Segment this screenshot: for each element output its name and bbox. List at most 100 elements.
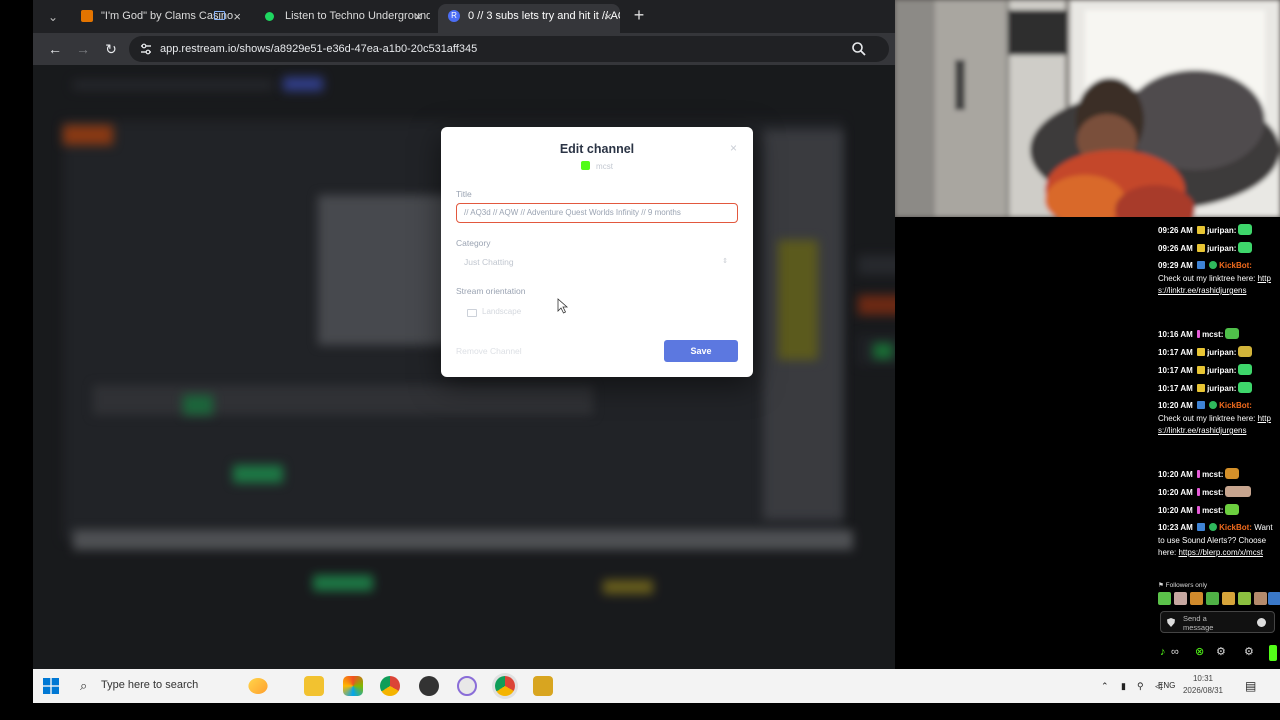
browser-window: ⌄ "I'm God" by Clams Casino × Listen to … [33,0,895,669]
tab-close-icon[interactable]: × [414,4,422,29]
category-select[interactable]: Just Chatting ⇕ [456,252,738,272]
modal-title: Edit channel [559,142,635,156]
quick-emote-bar [1158,592,1280,607]
landscape-icon[interactable] [467,309,477,317]
message-time: 10:20 AM [1158,401,1193,410]
verified-badge-icon [1209,523,1218,531]
obs-icon[interactable] [419,676,439,696]
channel-account: mcst [441,161,753,171]
chat-message: 10:17 AM juripan: [1158,346,1276,360]
chat-input[interactable]: Send a message [1160,611,1275,633]
chat-message: 09:26 AM juripan: [1158,224,1276,238]
message-user[interactable]: juripan: [1207,348,1236,357]
site-info-icon[interactable] [139,42,153,56]
emote-icon[interactable] [1268,592,1280,605]
file-explorer-icon[interactable] [304,676,324,696]
chat-message: 10:23 AM KickBot: Want to use Sound Aler… [1158,522,1276,560]
back-icon[interactable]: ← [45,39,65,59]
chevron-up-icon[interactable]: ⌃ [1101,669,1109,703]
orientation-option-label[interactable]: Landscape [482,307,521,316]
message-user[interactable]: juripan: [1207,226,1236,235]
chrome-profile-icon[interactable] [495,676,515,696]
tab-close-icon[interactable]: × [604,4,612,29]
microsoft-365-icon[interactable] [343,676,363,696]
message-user[interactable]: juripan: [1207,384,1236,393]
tab-search-chevron-icon[interactable]: ⌄ [41,6,65,28]
new-tab-button[interactable]: + [628,5,650,27]
emote-icon [1238,224,1253,235]
emote-icon[interactable] [1206,592,1219,605]
kick-logo-icon [581,161,591,170]
close-icon[interactable]: × [730,141,737,155]
moderator-badge-icon [1197,470,1201,478]
emote-icon[interactable] [1238,592,1251,605]
forward-icon[interactable]: → [73,39,93,59]
emote-icon[interactable] [1222,592,1235,605]
emote-icon[interactable] [1190,592,1203,605]
message-user[interactable]: mcst: [1202,330,1223,339]
verified-badge-icon [1209,261,1218,269]
bot-badge-icon [1197,261,1206,269]
message-user[interactable]: mcst: [1202,506,1223,515]
network-icon[interactable]: ⚲ [1137,669,1144,703]
game-launcher-icon[interactable] [533,676,553,696]
message-user[interactable]: mcst: [1202,470,1223,479]
subscriber-badge-icon [1197,366,1206,374]
followers-only-notice: ⚑ Followers only [1158,582,1208,589]
emote-icon[interactable] [1254,592,1267,605]
chat-message: 09:29 AM KickBot: Check out my linktree … [1158,260,1276,298]
tab-techno-underground[interactable]: Listen to Techno Underground × [255,4,430,33]
edit-channel-modal: Edit channel × mcst Title // AQ3d // AQW… [441,127,753,377]
emoji-picker-icon[interactable] [1257,618,1266,627]
chrome-icon[interactable] [380,676,400,696]
message-time: 09:26 AM [1158,226,1193,235]
message-time: 10:17 AM [1158,348,1193,357]
zoom-icon[interactable] [851,41,867,57]
remove-channel-link[interactable]: Remove Channel [456,346,522,356]
snipping-tool-icon[interactable] [457,676,477,696]
screen: ⌄ "I'm God" by Clams Casino × Listen to … [0,0,1280,720]
battery-icon[interactable]: ▮ [1121,669,1126,703]
windows-taskbar: ⌕ Type here to search ⌃ ▮ ⚲ ◁ ENG 10:31 … [33,669,1280,703]
emote-icon[interactable] [1174,592,1187,605]
tab-clams-casino[interactable]: "I'm God" by Clams Casino × [71,4,249,33]
message-user[interactable]: KickBot: [1219,261,1252,270]
chat-panel: 09:26 AM juripan: 09:26 AM juripan: 09:2… [1155,217,1280,669]
message-link[interactable]: https://blerp.com/x/mcst [1178,548,1262,557]
message-user[interactable]: juripan: [1207,366,1236,375]
gear-icon[interactable]: ⚙ [1216,645,1226,659]
kick-logo-icon[interactable]: ⊗ [1195,645,1204,659]
shield-icon [1167,618,1175,627]
windows-start-icon[interactable] [43,678,59,694]
clock[interactable]: 10:31 2026/08/31 [1178,673,1228,697]
reload-icon[interactable]: ↻ [101,39,121,59]
kick-icon[interactable]: ♪ [1160,645,1166,659]
message-user[interactable]: juripan: [1207,244,1236,253]
save-button[interactable]: Save [664,340,738,362]
notification-icon[interactable]: ▤ [1245,669,1256,703]
chat-message: 10:17 AM juripan: [1158,382,1276,396]
webcam-feed [895,0,1280,217]
title-input[interactable]: // AQ3d // AQW // Adventure Quest Worlds… [456,203,738,223]
cast-indicator-icon [214,11,225,20]
message-user[interactable]: KickBot: [1219,401,1252,410]
language-indicator[interactable]: ENG [1158,669,1175,703]
message-text: Check out my linktree here: [1158,273,1256,283]
address-bar[interactable]: app.restream.io/shows/a8929e51-e36d-47ea… [129,36,889,62]
infinity-icon[interactable]: ∞ [1171,645,1179,659]
emote-icon [1238,382,1253,393]
message-time: 10:23 AM [1158,523,1193,532]
mouse-cursor-icon [557,298,569,314]
chat-message: 10:20 AM mcst: [1158,504,1276,518]
message-user[interactable]: KickBot: [1219,523,1252,532]
chat-send-button[interactable] [1269,645,1277,661]
bot-badge-icon [1197,401,1206,409]
emote-icon [1238,346,1253,357]
tab-strip: ⌄ "I'm God" by Clams Casino × Listen to … [33,0,895,33]
tab-restream[interactable]: R 0 // 3 subs lets try and hit it // AQ3… [438,4,620,33]
copilot-sparkle-icon[interactable] [248,678,268,694]
message-user[interactable]: mcst: [1202,488,1223,497]
tab-close-icon[interactable]: × [233,4,241,29]
emote-icon[interactable] [1158,592,1171,605]
settings-icon[interactable]: ⚙ [1244,645,1254,659]
